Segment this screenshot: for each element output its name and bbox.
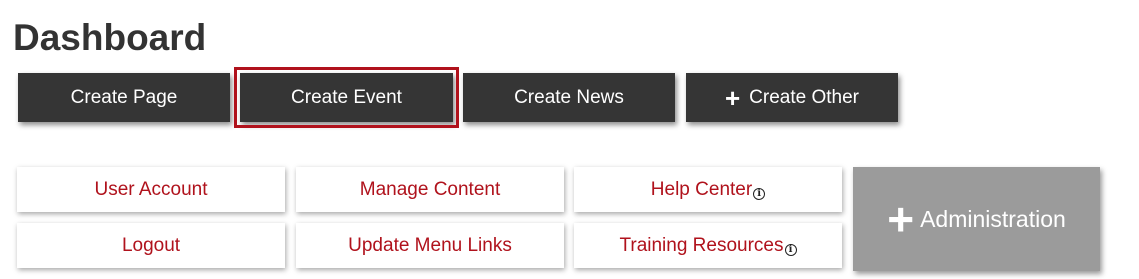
administration-label: Administration xyxy=(920,205,1066,232)
training-resources-label: Training Resources xyxy=(619,234,784,256)
manage-content-link[interactable]: Manage Content xyxy=(296,167,564,212)
create-other-button[interactable]: + Create Other xyxy=(686,73,898,122)
create-event-label: Create Event xyxy=(291,86,402,108)
user-account-link[interactable]: User Account xyxy=(17,167,285,212)
user-account-label: User Account xyxy=(94,178,208,200)
dashboard-page: Dashboard Create Page Create Event Creat… xyxy=(0,0,1139,279)
training-resources-link[interactable]: Training Resources i xyxy=(574,223,842,268)
update-menu-links-link[interactable]: Update Menu Links xyxy=(296,223,564,268)
page-title: Dashboard xyxy=(13,17,207,58)
create-event-button[interactable]: Create Event xyxy=(234,67,459,128)
info-icon[interactable]: i xyxy=(784,243,797,256)
plus-icon: + xyxy=(887,193,915,245)
help-center-link[interactable]: Help Center i xyxy=(574,167,842,212)
plus-icon: + xyxy=(724,82,741,113)
manage-content-label: Manage Content xyxy=(359,178,501,200)
info-icon[interactable]: i xyxy=(753,187,766,200)
administration-button[interactable]: + Administration xyxy=(853,167,1100,271)
create-other-label: Create Other xyxy=(749,86,859,108)
update-menu-links-label: Update Menu Links xyxy=(348,234,512,256)
create-page-button[interactable]: Create Page xyxy=(18,73,230,122)
help-center-label: Help Center xyxy=(650,178,753,200)
create-news-button[interactable]: Create News xyxy=(463,73,675,122)
logout-link[interactable]: Logout xyxy=(17,223,285,268)
create-news-label: Create News xyxy=(514,86,624,108)
create-page-label: Create Page xyxy=(70,86,178,108)
logout-label: Logout xyxy=(121,234,181,256)
